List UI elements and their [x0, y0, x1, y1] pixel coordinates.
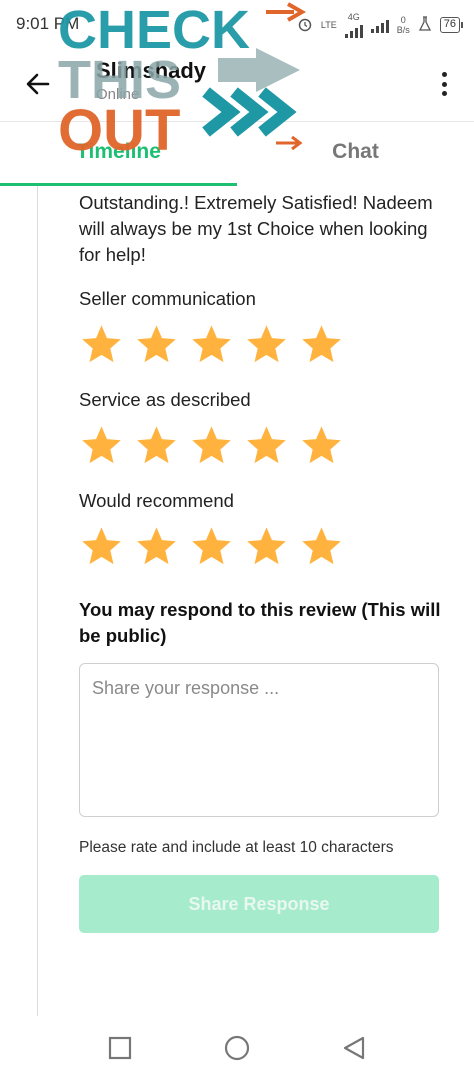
tab-chat[interactable]: Chat	[237, 122, 474, 186]
respond-title: You may respond to this review (This wil…	[79, 599, 441, 646]
star-icon	[192, 527, 231, 565]
status-time: 9:01 PM	[16, 14, 80, 33]
tab-bar: Timeline Chat	[0, 122, 474, 186]
star-icon	[192, 426, 231, 464]
star-icon	[137, 325, 176, 363]
star-icon	[302, 527, 341, 565]
star-icon	[247, 325, 286, 363]
star-icon	[302, 325, 341, 363]
speed-value: 0	[400, 15, 406, 25]
network-type-label: 4G	[347, 12, 360, 22]
square-icon	[108, 1036, 132, 1060]
star-icon	[247, 426, 286, 464]
status-bar: 9:01 PM LTE 4G 0 B/s 76	[0, 0, 474, 46]
speed-unit: B/s	[396, 25, 410, 35]
more-options-button[interactable]	[434, 68, 454, 100]
signal-bars-icon	[344, 22, 363, 38]
more-vertical-icon	[441, 72, 447, 77]
lte-indicator: LTE	[321, 20, 337, 30]
review-text: Outstanding.! Extremely Satisfied! Nadee…	[79, 192, 433, 265]
share-response-button[interactable]: Share Response	[79, 875, 439, 933]
app-bar: Slimshady Online	[0, 46, 474, 122]
rating-would-recommend: Would recommend	[79, 490, 444, 569]
rating-service-as-described: Service as described	[79, 389, 444, 468]
home-button[interactable]	[223, 1034, 251, 1062]
star-rating	[79, 423, 444, 468]
star-icon	[82, 325, 121, 363]
star-icon	[137, 527, 176, 565]
contact-info[interactable]: Slimshady Online	[96, 58, 206, 103]
flask-icon	[418, 15, 432, 35]
star-icon	[192, 325, 231, 363]
response-hint: Please rate and include at least 10 char…	[79, 839, 394, 856]
network-speed: 0 B/s	[397, 15, 410, 35]
rating-label: Seller communication	[79, 288, 256, 309]
review-card: Outstanding.! Extremely Satisfied! Nadee…	[79, 190, 444, 933]
star-icon	[82, 426, 121, 464]
rating-seller-communication: Seller communication	[79, 288, 444, 367]
recents-button[interactable]	[106, 1034, 134, 1062]
contact-status: Online	[96, 86, 140, 103]
back-button[interactable]	[22, 68, 54, 100]
signal-indicator: 4G	[344, 12, 363, 38]
star-icon	[247, 527, 286, 565]
triangle-back-icon	[343, 1036, 365, 1060]
lte-label: LTE	[320, 20, 337, 30]
star-icon	[302, 426, 341, 464]
alarm-icon	[297, 16, 313, 35]
star-icon	[82, 527, 121, 565]
tab-timeline[interactable]: Timeline	[0, 122, 237, 186]
system-nav-bar	[0, 1016, 474, 1079]
arrow-left-icon	[26, 73, 50, 95]
timeline-line	[37, 186, 38, 1016]
rating-label: Would recommend	[79, 490, 234, 511]
star-rating	[79, 524, 444, 569]
star-icon	[137, 426, 176, 464]
circle-icon	[224, 1035, 250, 1061]
rating-label: Service as described	[79, 389, 251, 410]
system-back-button[interactable]	[340, 1034, 368, 1062]
contact-name: Slimshady	[96, 58, 207, 83]
battery-icon: 76	[439, 17, 464, 33]
signal-bars-icon-2	[370, 17, 389, 33]
star-rating	[79, 322, 444, 367]
status-icons: LTE 4G 0 B/s 76	[297, 12, 464, 38]
response-input[interactable]	[79, 663, 439, 817]
